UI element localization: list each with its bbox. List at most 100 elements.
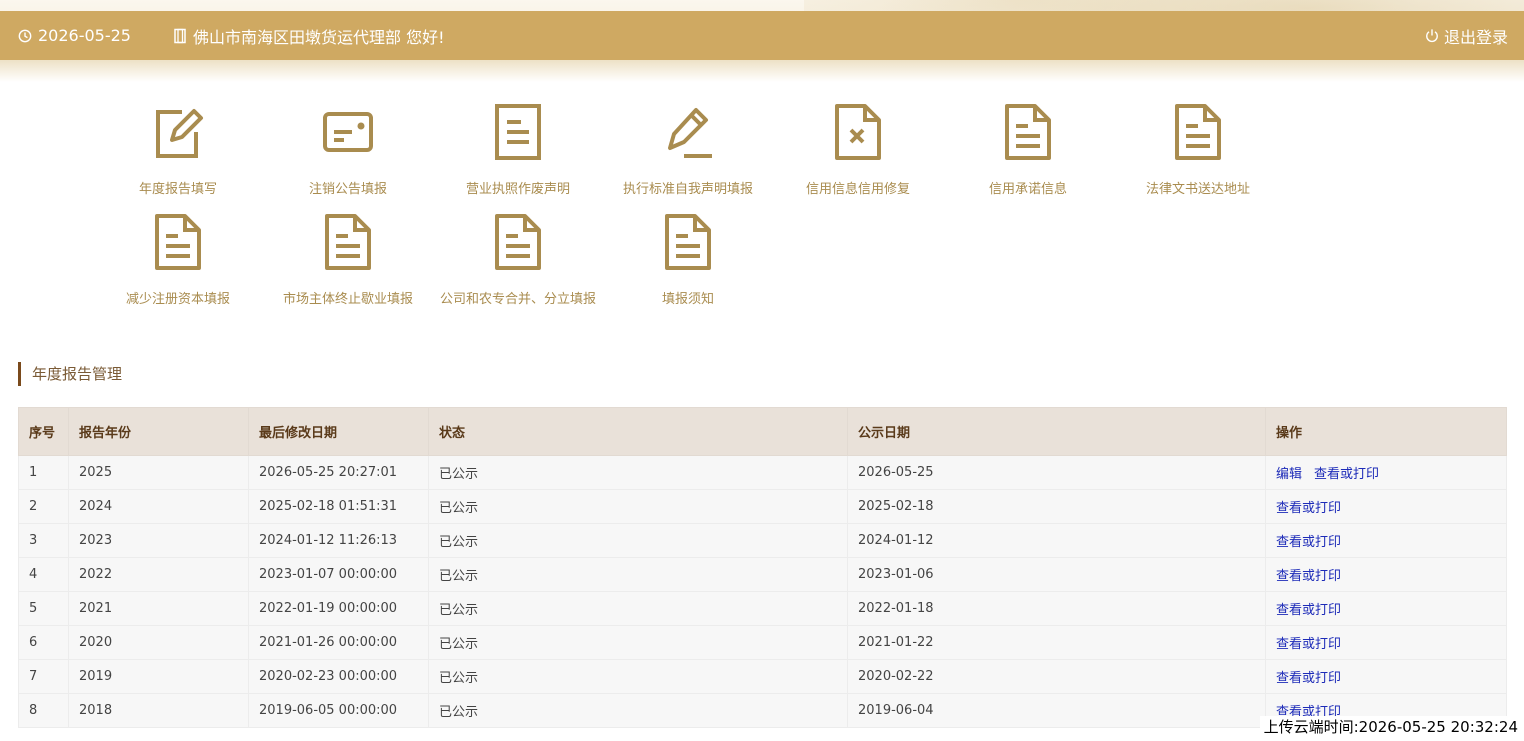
edit-link[interactable]: 编辑 (1276, 467, 1302, 482)
document-icon (1002, 100, 1054, 164)
table-row: 2 2024 2025-02-18 01:51:31 已公示 2025-02-1… (18, 489, 1507, 524)
menu-item-legal-address[interactable]: 法律文书送达地址 (1113, 100, 1283, 210)
cell-no: 6 (18, 625, 69, 660)
menu-item-label: 信用信息信用修复 (805, 182, 910, 197)
cell-no: 7 (18, 659, 69, 694)
document-icon (492, 100, 544, 164)
logout-label: 退出登录 (1443, 27, 1508, 47)
cell-no: 8 (18, 693, 69, 728)
menu-item-label: 公司和农专合并、分立填报 (439, 292, 596, 307)
view-print-link[interactable]: 查看或打印 (1314, 467, 1379, 482)
menu-item-label: 注销公告填报 (308, 182, 387, 197)
cell-actions: 查看或打印 (1265, 557, 1507, 592)
greeting-text: 佛山市南海区田墩货运代理部 您好! (193, 27, 445, 47)
table-row: 5 2021 2022-01-19 00:00:00 已公示 2022-01-1… (18, 591, 1507, 626)
cell-actions: 查看或打印 (1265, 625, 1507, 660)
table-row: 7 2019 2020-02-23 00:00:00 已公示 2020-02-2… (18, 659, 1507, 694)
menu-item-label: 年度报告填写 (138, 182, 217, 197)
cell-actions: 编辑 查看或打印 (1265, 455, 1507, 490)
view-print-link[interactable]: 查看或打印 (1276, 535, 1341, 550)
column-header-no: 序号 (18, 407, 69, 456)
menu-item-cancel-notice[interactable]: 注销公告填报 (263, 100, 433, 210)
document-icon (492, 210, 544, 274)
view-print-link[interactable]: 查看或打印 (1276, 501, 1341, 516)
cell-no: 2 (18, 489, 69, 524)
cell-actions: 查看或打印 (1265, 489, 1507, 524)
document-x-icon (832, 100, 884, 164)
logout-button[interactable]: 退出登录 (1425, 11, 1508, 60)
cell-publish-date: 2021-01-22 (847, 625, 1266, 660)
menu-item-license-void[interactable]: 营业执照作废声明 (433, 100, 603, 210)
menu-item-terminate-business[interactable]: 市场主体终止歇业填报 (263, 210, 433, 320)
menu-item-label: 法律文书送达地址 (1145, 182, 1250, 197)
cell-year: 2018 (68, 693, 249, 728)
table-row: 4 2022 2023-01-07 00:00:00 已公示 2023-01-0… (18, 557, 1507, 592)
menu-row: 年度报告填写 注销公告填报 营业执照作废声明 执行标准自我声明填报 信用信息信用… (93, 100, 1283, 210)
menu-item-reduce-capital[interactable]: 减少注册资本填报 (93, 210, 263, 320)
menu-item-credit-repair[interactable]: 信用信息信用修复 (773, 100, 943, 210)
clock-icon (18, 29, 32, 43)
cell-no: 5 (18, 591, 69, 626)
document-icon (662, 210, 714, 274)
column-header-publish-date: 公示日期 (847, 407, 1266, 456)
menu-item-standard-declaration[interactable]: 执行标准自我声明填报 (603, 100, 773, 210)
cell-status: 已公示 (428, 557, 848, 592)
edit-icon (152, 100, 204, 164)
cell-publish-date: 2023-01-06 (847, 557, 1266, 592)
door-icon (173, 28, 187, 44)
column-header-actions: 操作 (1265, 407, 1507, 456)
cell-actions: 查看或打印 (1265, 523, 1507, 558)
menu-item-label: 填报须知 (661, 292, 714, 307)
cell-status: 已公示 (428, 659, 848, 694)
cell-publish-date: 2026-05-25 (847, 455, 1266, 490)
section-title: 年度报告管理 (18, 362, 122, 386)
cell-no: 3 (18, 523, 69, 558)
cell-year: 2022 (68, 557, 249, 592)
table-row: 1 2025 2026-05-25 20:27:01 已公示 2026-05-2… (18, 455, 1507, 490)
cell-year: 2020 (68, 625, 249, 660)
cell-modified: 2019-06-05 00:00:00 (248, 693, 429, 728)
view-print-link[interactable]: 查看或打印 (1276, 671, 1341, 686)
cell-publish-date: 2020-02-22 (847, 659, 1266, 694)
annual-report-table: 序号 报告年份 最后修改日期 状态 公示日期 操作 1 2025 2026-05… (18, 407, 1507, 728)
view-print-link[interactable]: 查看或打印 (1276, 603, 1341, 618)
card-icon (322, 100, 374, 164)
cell-modified: 2023-01-07 00:00:00 (248, 557, 429, 592)
cell-status: 已公示 (428, 523, 848, 558)
document-icon (152, 210, 204, 274)
document-icon (322, 210, 374, 274)
menu-item-credit-promise[interactable]: 信用承诺信息 (943, 100, 1113, 210)
cell-year: 2025 (68, 455, 249, 490)
cell-year: 2021 (68, 591, 249, 626)
top-bar: 2026-05-25 佛山市南海区田墩货运代理部 您好! 退出登录 (0, 11, 1524, 60)
cell-publish-date: 2025-02-18 (847, 489, 1266, 524)
menu-item-label: 市场主体终止歇业填报 (282, 292, 413, 307)
menu-item-merge-split[interactable]: 公司和农专合并、分立填报 (433, 210, 603, 320)
menu-item-label: 减少注册资本填报 (125, 292, 230, 307)
cell-status: 已公示 (428, 489, 848, 524)
menu-item-annual-report[interactable]: 年度报告填写 (93, 100, 263, 210)
menu-row: 减少注册资本填报 市场主体终止歇业填报 公司和农专合并、分立填报 填报须知 (93, 210, 1283, 320)
view-print-link[interactable]: 查看或打印 (1276, 637, 1341, 652)
cell-no: 4 (18, 557, 69, 592)
column-header-year: 报告年份 (68, 407, 249, 456)
cell-actions: 查看或打印 (1265, 659, 1507, 694)
cell-year: 2023 (68, 523, 249, 558)
table-header-row: 序号 报告年份 最后修改日期 状态 公示日期 操作 (18, 407, 1507, 456)
cell-year: 2024 (68, 489, 249, 524)
power-icon (1425, 28, 1439, 43)
cell-modified: 2026-05-25 20:27:01 (248, 455, 429, 490)
cell-modified: 2020-02-23 00:00:00 (248, 659, 429, 694)
menu-item-instructions[interactable]: 填报须知 (603, 210, 773, 320)
cell-actions: 查看或打印 (1265, 591, 1507, 626)
cell-modified: 2025-02-18 01:51:31 (248, 489, 429, 524)
cell-modified: 2022-01-19 00:00:00 (248, 591, 429, 626)
cell-status: 已公示 (428, 625, 848, 660)
view-print-link[interactable]: 查看或打印 (1276, 569, 1341, 584)
date-display: 2026-05-25 (18, 11, 131, 60)
pencil-icon (662, 100, 714, 164)
table-row: 3 2023 2024-01-12 11:26:13 已公示 2024-01-1… (18, 523, 1507, 558)
greeting: 佛山市南海区田墩货运代理部 您好! (173, 11, 445, 60)
menu-item-label: 执行标准自我声明填报 (622, 182, 753, 197)
cell-status: 已公示 (428, 455, 848, 490)
